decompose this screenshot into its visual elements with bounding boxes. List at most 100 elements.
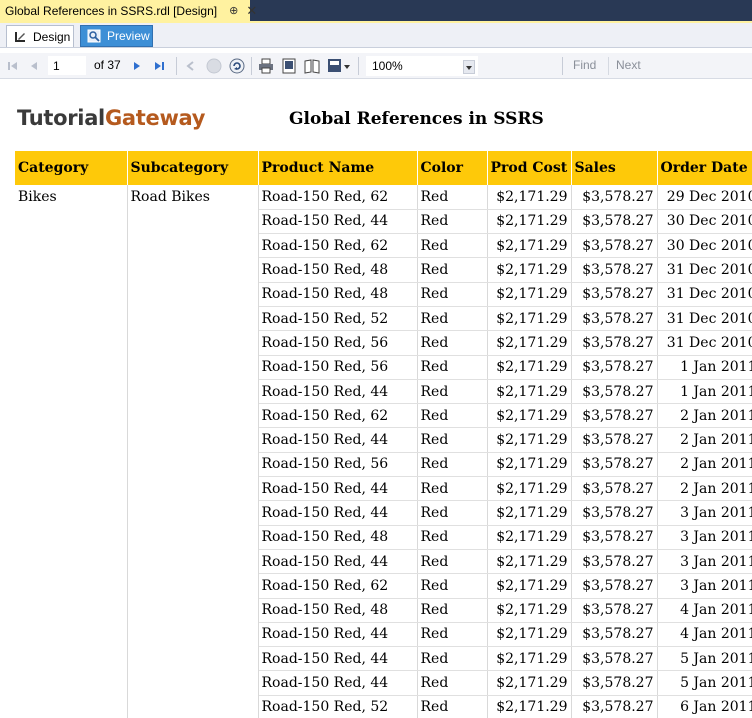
chevron-down-icon[interactable] xyxy=(463,60,475,74)
report-toolbar: of 37 100% Find Next xyxy=(0,53,752,79)
column-header: Category xyxy=(15,151,128,185)
sales-cell: $3,578.27 xyxy=(571,670,658,696)
color-cell: Red xyxy=(417,500,488,526)
stop-icon[interactable] xyxy=(205,57,223,75)
sales-cell: $3,578.27 xyxy=(571,379,658,405)
prod-cost-cell: $2,171.29 xyxy=(487,330,572,356)
column-header: Product Name xyxy=(258,151,418,185)
color-cell: Red xyxy=(417,379,488,405)
prod-cost-cell: $2,171.29 xyxy=(487,209,572,235)
zoom-select[interactable]: 100% xyxy=(366,56,478,76)
first-page-icon[interactable] xyxy=(6,57,20,75)
export-icon[interactable] xyxy=(326,57,352,75)
product-name-cell: Road-150 Red, 62 xyxy=(258,403,418,429)
column-header: Subcategory xyxy=(127,151,259,185)
sales-cell: $3,578.27 xyxy=(571,549,658,575)
product-name-cell: Road-150 Red, 44 xyxy=(258,549,418,575)
last-page-icon[interactable] xyxy=(152,57,166,75)
zoom-value: 100% xyxy=(372,59,403,73)
find-link[interactable]: Find xyxy=(573,58,596,72)
order-date-cell: 31 Dec 2010 xyxy=(657,282,752,307)
logo: TutorialGateway xyxy=(17,106,205,130)
color-cell: Red xyxy=(417,452,488,478)
product-name-cell: Road-150 Red, 62 xyxy=(258,185,418,210)
order-date-cell: 1 Jan 2011 xyxy=(657,379,752,405)
sales-cell: $3,578.27 xyxy=(571,525,658,550)
order-date-cell: 4 Jan 2011 xyxy=(657,622,752,648)
toolbar-separator xyxy=(251,57,252,75)
next-link[interactable]: Next xyxy=(616,58,641,72)
prod-cost-cell: $2,171.29 xyxy=(487,670,572,696)
sales-cell: $3,578.27 xyxy=(571,282,658,307)
color-cell: Red xyxy=(417,525,488,550)
order-date-cell: 2 Jan 2011 xyxy=(657,427,752,453)
product-name-cell: Road-150 Red, 48 xyxy=(258,525,418,550)
page-setup-icon[interactable] xyxy=(303,57,321,75)
prod-cost-cell: $2,171.29 xyxy=(487,525,572,550)
close-icon[interactable]: ✕ xyxy=(246,3,257,19)
color-cell: Red xyxy=(417,670,488,696)
color-cell: Red xyxy=(417,330,488,356)
prod-cost-cell: $2,171.29 xyxy=(487,282,572,307)
tab-preview[interactable]: Preview xyxy=(80,25,153,47)
order-date-cell: 29 Dec 2010 xyxy=(657,185,752,210)
prod-cost-cell: $2,171.29 xyxy=(487,598,572,623)
color-cell: Red xyxy=(417,403,488,429)
subcategory-cell: Road Bikes xyxy=(127,185,259,718)
order-date-cell: 5 Jan 2011 xyxy=(657,646,752,672)
product-name-cell: Road-150 Red, 56 xyxy=(258,452,418,478)
document-tab-title: Global References in SSRS.rdl [Design] xyxy=(5,3,218,18)
logo-text-part1: Tutorial xyxy=(17,106,105,130)
report-canvas: TutorialGateway Global References in SSR… xyxy=(0,80,752,718)
back-icon[interactable] xyxy=(183,57,199,75)
sales-cell: $3,578.27 xyxy=(571,695,658,718)
product-name-cell: Road-150 Red, 48 xyxy=(258,598,418,623)
color-cell: Red xyxy=(417,549,488,575)
order-date-cell: 1 Jan 2011 xyxy=(657,355,752,380)
toolbar-separator xyxy=(176,57,177,75)
sales-cell: $3,578.27 xyxy=(571,403,658,429)
product-name-cell: Road-150 Red, 56 xyxy=(258,330,418,356)
sales-cell: $3,578.27 xyxy=(571,257,658,283)
order-date-cell: 31 Dec 2010 xyxy=(657,257,752,283)
previous-page-icon[interactable] xyxy=(27,57,41,75)
order-date-cell: 31 Dec 2010 xyxy=(657,330,752,356)
product-name-cell: Road-150 Red, 44 xyxy=(258,209,418,235)
prod-cost-cell: $2,171.29 xyxy=(487,379,572,405)
product-name-cell: Road-150 Red, 48 xyxy=(258,257,418,283)
product-name-cell: Road-150 Red, 52 xyxy=(258,695,418,718)
color-cell: Red xyxy=(417,209,488,235)
prod-cost-cell: $2,171.29 xyxy=(487,306,572,332)
document-tab[interactable]: Global References in SSRS.rdl [Design] ⊕… xyxy=(0,0,257,21)
product-name-cell: Road-150 Red, 62 xyxy=(258,573,418,599)
prod-cost-cell: $2,171.29 xyxy=(487,476,572,502)
sales-cell: $3,578.27 xyxy=(571,476,658,502)
print-layout-icon[interactable] xyxy=(280,57,298,75)
page-number-input[interactable] xyxy=(48,56,86,75)
tab-design[interactable]: Design xyxy=(6,25,74,47)
color-cell: Red xyxy=(417,257,488,283)
color-cell: Red xyxy=(417,646,488,672)
print-icon[interactable] xyxy=(257,57,275,75)
prod-cost-cell: $2,171.29 xyxy=(487,622,572,648)
color-cell: Red xyxy=(417,695,488,718)
refresh-icon[interactable] xyxy=(228,57,246,75)
product-name-cell: Road-150 Red, 44 xyxy=(258,379,418,405)
pin-icon[interactable]: ⊕ xyxy=(229,4,238,17)
order-date-cell: 30 Dec 2010 xyxy=(657,209,752,235)
prod-cost-cell: $2,171.29 xyxy=(487,452,572,478)
document-tab-strip: Global References in SSRS.rdl [Design] ⊕… xyxy=(0,0,752,21)
prod-cost-cell: $2,171.29 xyxy=(487,257,572,283)
order-date-cell: 30 Dec 2010 xyxy=(657,233,752,259)
next-page-icon[interactable] xyxy=(130,57,144,75)
sales-cell: $3,578.27 xyxy=(571,185,658,210)
sales-cell: $3,578.27 xyxy=(571,646,658,672)
category-cell: Bikes xyxy=(15,185,128,718)
toolbar-separator xyxy=(562,57,563,75)
design-icon xyxy=(13,30,27,44)
logo-text-part2: Gateway xyxy=(104,106,206,130)
sales-cell: $3,578.27 xyxy=(571,598,658,623)
report-title: Global References in SSRS xyxy=(289,109,544,129)
order-date-cell: 3 Jan 2011 xyxy=(657,525,752,550)
prod-cost-cell: $2,171.29 xyxy=(487,427,572,453)
